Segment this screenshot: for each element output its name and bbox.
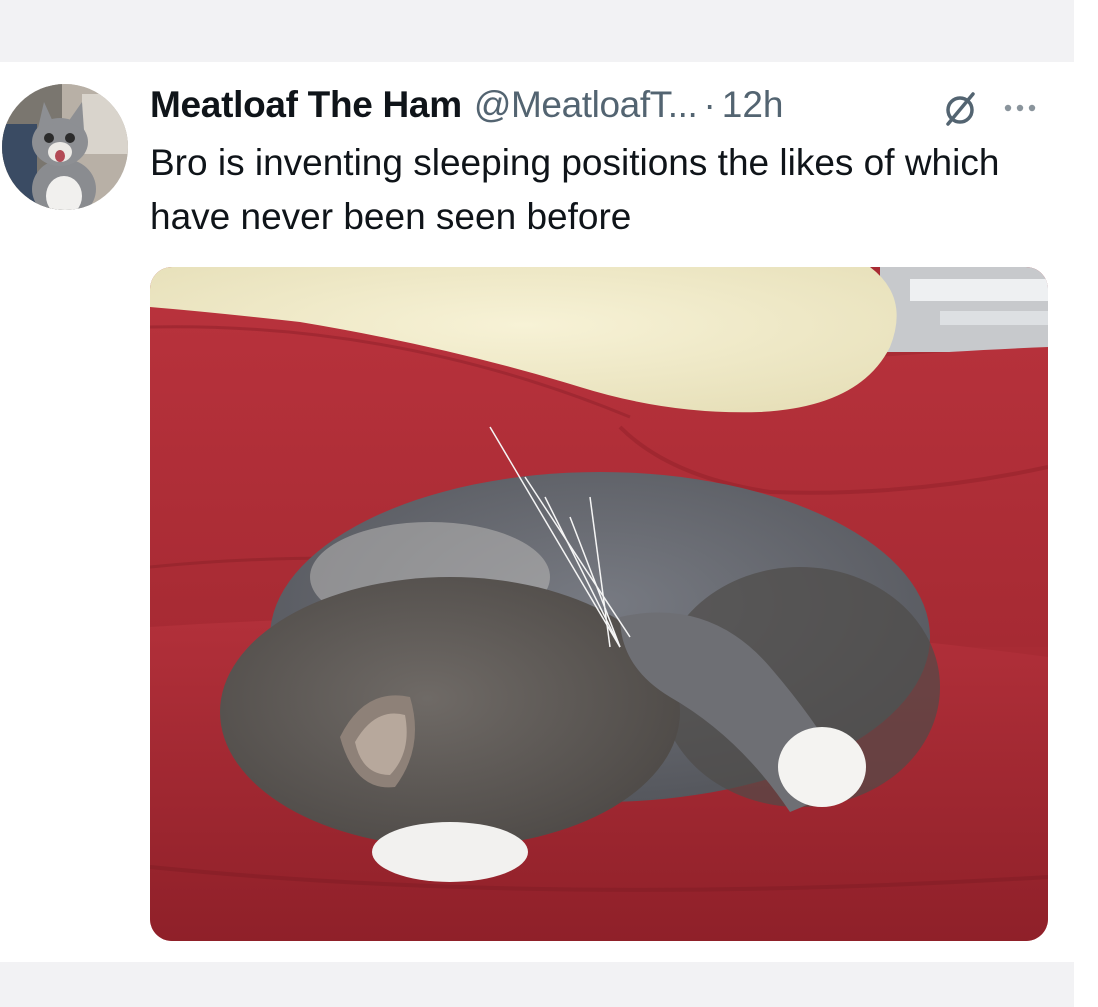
tweet-photo[interactable] [150,267,1048,941]
display-name[interactable]: Meatloaf The Ham [150,80,462,130]
grok-icon[interactable] [940,88,980,128]
separator-dot: · [703,84,716,125]
right-edge-strip [1074,0,1098,1007]
tweet-header: Meatloaf The Ham @MeatloafT... · 12h [150,80,784,130]
cat-sleeping-photo [150,267,1048,941]
timestamp[interactable]: 12h [722,80,784,130]
user-handle[interactable]: @MeatloafT... [474,80,698,130]
more-dots-icon[interactable] [1000,102,1046,114]
avatar-cat-photo [2,84,128,210]
tweet-card[interactable]: Meatloaf The Ham @MeatloafT... · 12h Bro… [0,62,1074,962]
tweet-text: Bro is inventing sleeping positions the … [150,142,1000,237]
avatar[interactable] [2,84,128,210]
